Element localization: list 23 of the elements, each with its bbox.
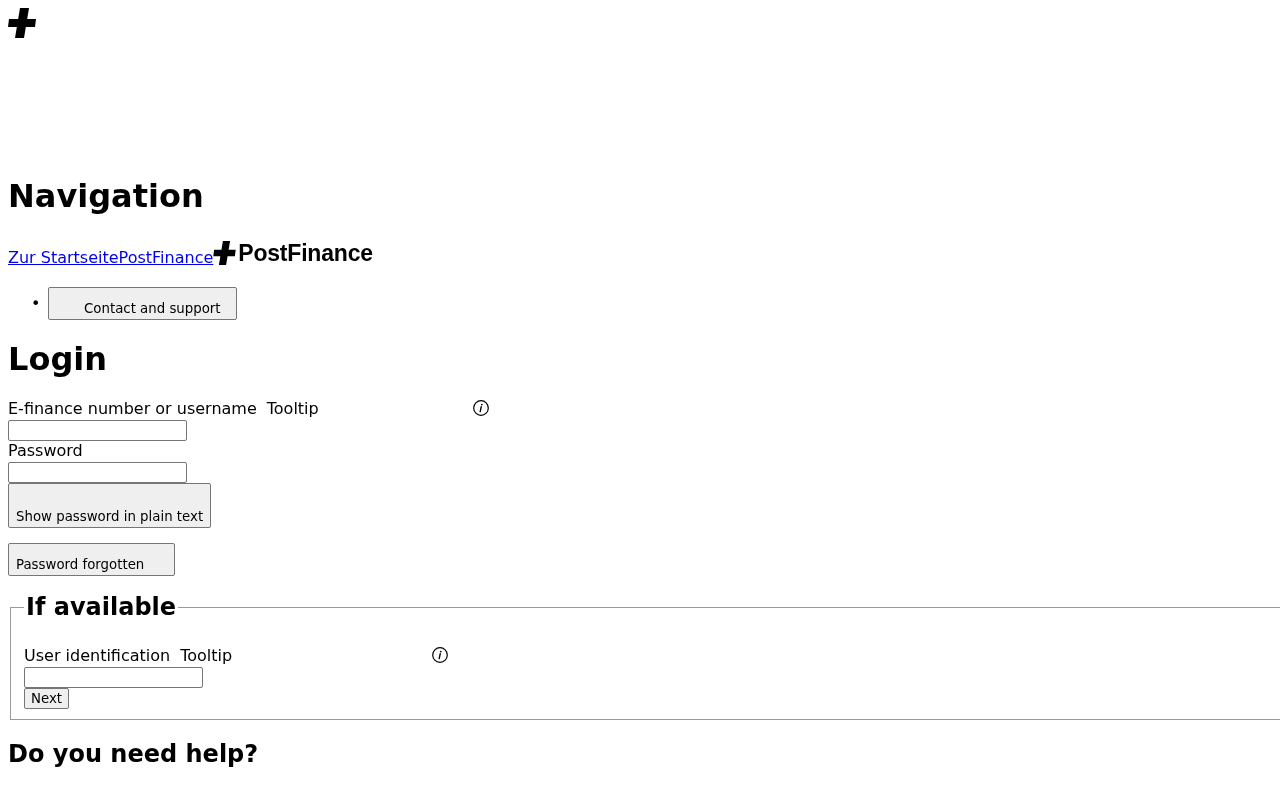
- field-label: E-finance number or username: [8, 399, 257, 418]
- input-field[interactable]: [24, 667, 203, 688]
- password-forgotten-button[interactable]: Password forgotten: [8, 543, 176, 576]
- info-icon[interactable]: [432, 647, 449, 663]
- list-bullet: •: [31, 294, 42, 313]
- tooltip-text: Tooltip: [266, 399, 319, 418]
- input-field[interactable]: [8, 420, 187, 441]
- field-label: User identification: [24, 646, 171, 665]
- home-link[interactable]: Zur StartseitePostFinance: [8, 248, 214, 267]
- input-field[interactable]: [8, 462, 187, 483]
- cross-logo-icon: [213, 241, 237, 265]
- cross-logo-icon: [8, 8, 36, 38]
- show-password-button[interactable]: Show password in plain text: [8, 483, 212, 528]
- help-heading: Do you need help?: [8, 740, 260, 768]
- login-heading: Login: [8, 341, 109, 378]
- field-label: Password: [8, 441, 83, 460]
- navigation-heading: Navigation: [8, 178, 205, 215]
- brand-wordmark: PostFinance: [238, 241, 373, 265]
- section-legend: If available: [24, 593, 179, 621]
- contact-support-button[interactable]: Contact and support: [48, 287, 237, 320]
- next-button[interactable]: Next: [24, 688, 70, 709]
- info-icon[interactable]: [472, 400, 489, 416]
- tooltip-text: Tooltip: [180, 646, 233, 665]
